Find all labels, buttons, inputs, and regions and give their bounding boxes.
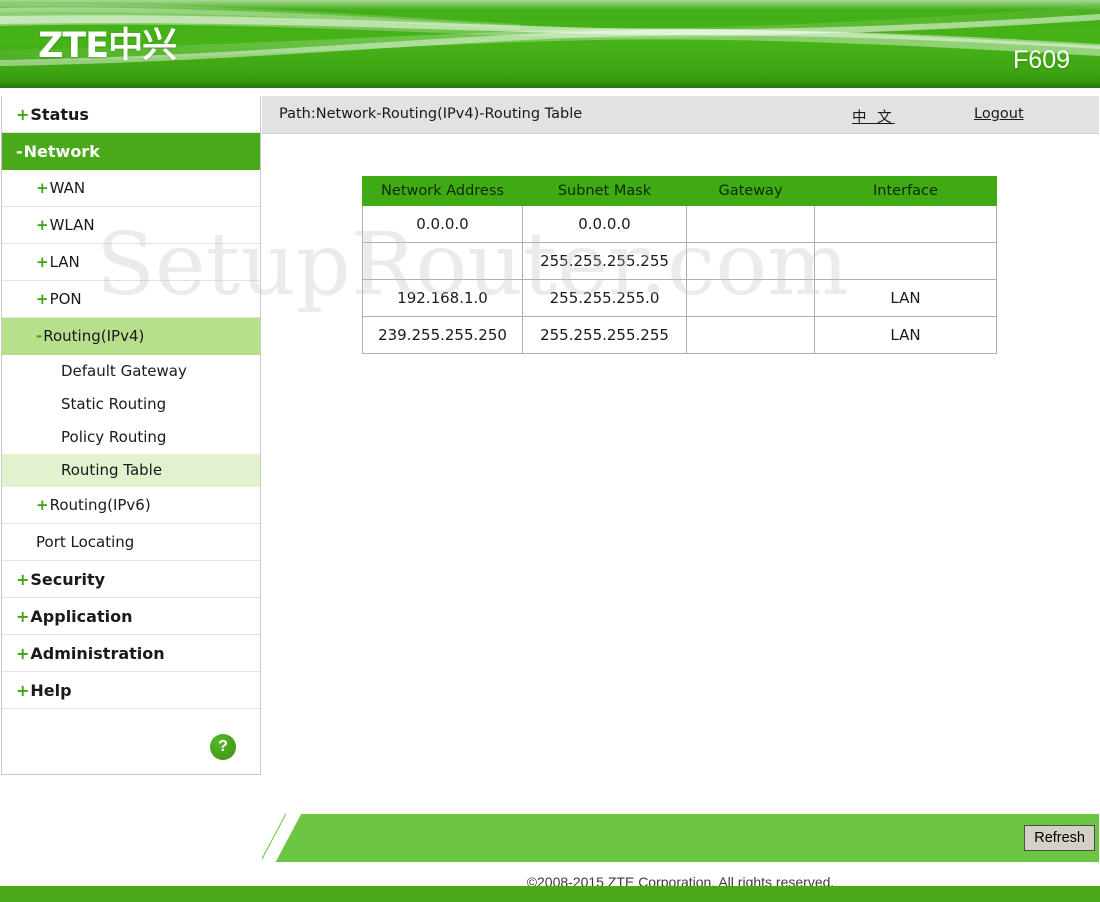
sidebar-item-label: WAN	[49, 179, 86, 197]
sidebar-item-help[interactable]: +Help	[2, 672, 260, 709]
table-cell	[814, 242, 997, 280]
table-cell: 0.0.0.0	[522, 205, 687, 243]
routing-table: Network Address Subnet Mask Gateway Interfa…	[362, 176, 997, 354]
sidebar-item-routing-ipv4[interactable]: -Routing(IPv4)	[2, 318, 260, 355]
sidebar-item-policy-routing[interactable]: Policy Routing	[2, 421, 260, 454]
routing-table-body: 0.0.0.0 0.0.0.0 255.255.255.255 192.168.1.0…	[362, 205, 997, 354]
table-cell	[814, 205, 997, 243]
bottom-green-strip	[0, 886, 1100, 902]
sidebar-nav: +Status -Network +WAN +WLAN +LAN +PON -Routing…	[1, 96, 261, 775]
table-row: 0.0.0.0 0.0.0.0	[362, 205, 997, 243]
model-label: F609	[1013, 46, 1070, 74]
expand-icon: +	[16, 570, 30, 589]
sidebar-item-routing-ipv6[interactable]: +Routing(IPv6)	[2, 487, 260, 524]
sidebar-item-status[interactable]: +Status	[2, 96, 260, 133]
table-cell: 255.255.255.255	[522, 242, 687, 280]
table-row: 255.255.255.255	[362, 242, 997, 280]
table-cell	[686, 242, 815, 280]
refresh-button[interactable]: Refresh	[1024, 825, 1095, 851]
routing-table-wrapper: Network Address Subnet Mask Gateway Interfa…	[362, 176, 997, 354]
banner-top-shine	[0, 0, 1100, 10]
column-header: Network Address	[362, 176, 523, 206]
collapse-icon: -	[16, 142, 23, 161]
sidebar-item-network[interactable]: -Network	[2, 133, 260, 170]
banner-bottom-shadow	[0, 82, 1100, 88]
column-header: Gateway	[686, 176, 815, 206]
expand-icon: +	[36, 216, 49, 234]
content-pane: Path:Network-Routing(IPv4)-Routing Table…	[262, 96, 1099, 902]
table-row: 192.168.1.0 255.255.255.0 LAN	[362, 279, 997, 317]
sidebar-item-pon[interactable]: +PON	[2, 281, 260, 318]
sidebar-item-label: Static Routing	[61, 395, 167, 413]
collapse-icon: -	[36, 327, 43, 345]
sidebar-item-label: Policy Routing	[61, 428, 167, 446]
sidebar-item-label: Status	[30, 105, 89, 124]
table-cell: 239.255.255.250	[362, 316, 523, 354]
table-cell: 255.255.255.0	[522, 279, 687, 317]
help-icon-wrapper: ?	[210, 734, 236, 760]
sidebar-item-label: Administration	[30, 644, 165, 663]
sidebar-item-lan[interactable]: +LAN	[2, 244, 260, 281]
router-admin-page: ZTE中兴 F609 +Status -Network +WAN +WLAN +LAN +…	[0, 0, 1100, 902]
sidebar-item-application[interactable]: +Application	[2, 598, 260, 635]
routing-table-head: Network Address Subnet Mask Gateway Interfa…	[362, 176, 997, 206]
column-header: Subnet Mask	[522, 176, 687, 206]
sidebar-item-routing-table[interactable]: Routing Table	[2, 454, 260, 487]
sidebar-item-label: Security	[30, 570, 106, 589]
logout-link[interactable]: Logout	[974, 106, 1024, 122]
table-row: 239.255.255.250 255.255.255.255 LAN	[362, 316, 997, 354]
expand-icon: +	[16, 644, 30, 663]
table-header-row: Network Address Subnet Mask Gateway Interfa…	[362, 176, 997, 206]
sidebar-item-security[interactable]: +Security	[2, 561, 260, 598]
sidebar-item-default-gateway[interactable]: Default Gateway	[2, 355, 260, 388]
table-cell: LAN	[814, 316, 997, 354]
breadcrumb-path: Path:Network-Routing(IPv4)-Routing Table	[279, 106, 583, 122]
sidebar-item-label: LAN	[49, 253, 80, 271]
sidebar-item-label: WLAN	[49, 216, 95, 234]
table-cell: 0.0.0.0	[362, 205, 523, 243]
sidebar-item-label: PON	[49, 290, 82, 308]
expand-icon: +	[16, 105, 30, 124]
sidebar-item-port-locating[interactable]: Port Locating	[2, 524, 260, 561]
table-cell	[686, 279, 815, 317]
zte-logo: ZTE中兴	[38, 26, 177, 66]
sidebar-item-label: Help	[30, 681, 72, 700]
footer-action-bar: Refresh	[262, 814, 1099, 862]
sidebar-bottom-filler	[0, 775, 262, 886]
question-mark-icon[interactable]: ?	[210, 734, 236, 760]
sidebar-item-label: Routing Table	[61, 461, 163, 479]
column-header: Interface	[814, 176, 997, 206]
table-cell	[362, 242, 523, 280]
sidebar-item-label: Routing(IPv4)	[43, 327, 145, 345]
expand-icon: +	[16, 607, 30, 626]
table-cell: 255.255.255.255	[522, 316, 687, 354]
sidebar-item-administration[interactable]: +Administration	[2, 635, 260, 672]
sidebar-item-wan[interactable]: +WAN	[2, 170, 260, 207]
header-banner: ZTE中兴 F609	[0, 0, 1100, 88]
sidebar-item-wlan[interactable]: +WLAN	[2, 207, 260, 244]
expand-icon: +	[36, 496, 49, 514]
expand-icon: +	[36, 290, 49, 308]
language-switch-link[interactable]: 中 文	[852, 106, 895, 127]
content-topbar: Path:Network-Routing(IPv4)-Routing Table…	[262, 96, 1099, 134]
sidebar-item-static-routing[interactable]: Static Routing	[2, 388, 260, 421]
expand-icon: +	[16, 681, 30, 700]
expand-icon: +	[36, 253, 49, 271]
sidebar-item-label: Port Locating	[36, 533, 135, 551]
table-cell	[686, 205, 815, 243]
sidebar-item-label: Network	[23, 142, 100, 161]
sidebar-item-label: Application	[30, 607, 133, 626]
sidebar-item-label: Routing(IPv6)	[49, 496, 151, 514]
table-cell: 192.168.1.0	[362, 279, 523, 317]
sidebar-item-label: Default Gateway	[61, 362, 187, 380]
table-cell: LAN	[814, 279, 997, 317]
expand-icon: +	[36, 179, 49, 197]
table-cell	[686, 316, 815, 354]
